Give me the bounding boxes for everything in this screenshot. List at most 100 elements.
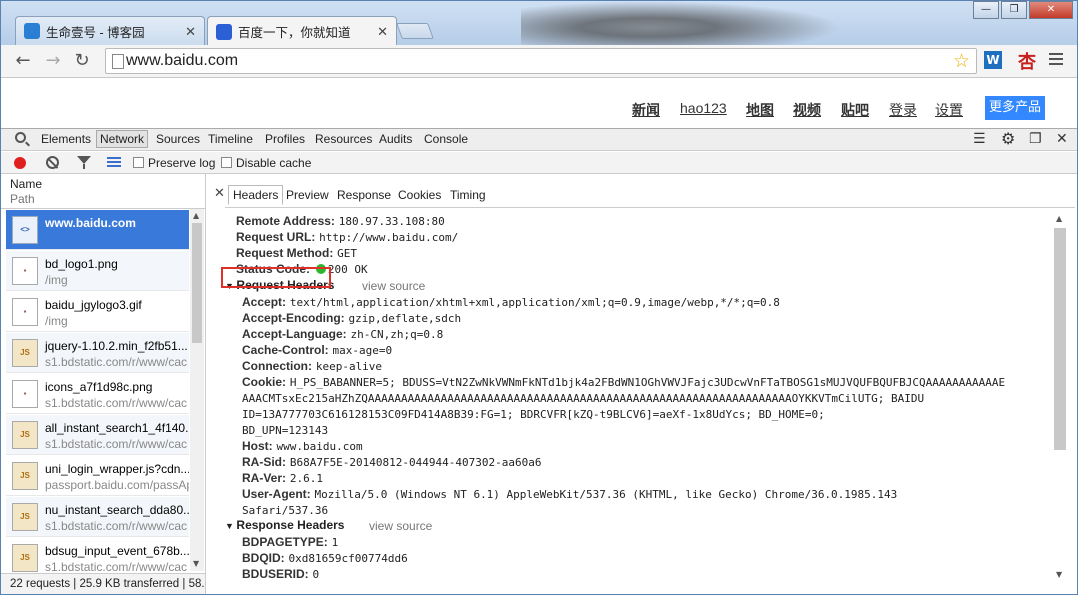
tab-sources[interactable]: Sources (156, 132, 200, 146)
header-value: Mozilla/5.0 (Windows NT 6.1) AppleWebKit… (314, 488, 898, 501)
close-tab-icon[interactable]: ✕ (185, 24, 196, 40)
forward-arrow-icon[interactable]: → (43, 51, 63, 71)
extension-icon[interactable]: 杏 (1018, 48, 1036, 74)
detail-tabbar: ✕ Headers Preview Response Cookies Timin… (207, 182, 1077, 207)
tab-resources[interactable]: Resources (315, 132, 372, 146)
network-filterbar: Preserve log Disable cache (1, 152, 1077, 174)
preserve-log-label: Preserve log (148, 156, 216, 170)
tab-elements[interactable]: Elements (41, 132, 91, 146)
nav-hao123[interactable]: hao123 (680, 100, 727, 116)
close-window-button[interactable]: ✕ (1029, 1, 1073, 19)
tab-preview[interactable]: Preview (286, 188, 329, 202)
header-key: BDPAGETYPE: (242, 535, 328, 549)
view-source-link[interactable]: view source (362, 279, 425, 293)
scroll-thumb[interactable] (1054, 228, 1066, 450)
header-key: Cache-Control: (242, 343, 329, 357)
preserve-log-checkbox[interactable] (133, 157, 144, 168)
request-row[interactable]: ▪ icons_a7f1d98c.png s1.bdstatic.com/r/www… (6, 374, 189, 414)
inspect-search-icon[interactable] (15, 132, 26, 143)
menu-icon[interactable] (1049, 53, 1063, 68)
header-value: 2.6.1 (289, 472, 323, 485)
header-line: Request Method: GET (236, 246, 357, 260)
tab-headers[interactable]: Headers (228, 185, 284, 205)
tab-network[interactable]: Network (96, 130, 149, 148)
address-bar[interactable]: www.baidu.com ☆ (105, 48, 977, 74)
back-arrow-icon[interactable]: ← (13, 51, 33, 71)
header-key: BDQID: (242, 551, 285, 565)
view-source-link[interactable]: view source (369, 519, 432, 533)
dock-icon[interactable]: ❐ (1029, 131, 1042, 147)
nav-map[interactable]: 地图 (746, 100, 774, 120)
nav-tieba[interactable]: 贴吧 (841, 100, 869, 120)
nav-news[interactable]: 新闻 (632, 100, 660, 120)
request-row[interactable]: JS all_instant_search1_4f140... s1.bdstati… (6, 415, 189, 455)
maximize-button[interactable]: ❐ (1001, 1, 1027, 19)
minimize-button[interactable]: — (973, 1, 999, 19)
header-value: keep-alive (315, 360, 383, 373)
clear-icon[interactable] (46, 156, 59, 169)
request-row[interactable]: JS uni_login_wrapper.js?cdn... passport.ba… (6, 456, 189, 496)
header-line: Cookie: H_PS_BABANNER=5; BDUSS=VtN2ZwNkV… (242, 375, 1005, 389)
image-icon: ▪ (12, 257, 38, 285)
request-row[interactable]: JS jquery-1.10.2.min_f2fb51... s1.bdstatic… (6, 333, 189, 373)
tab-response[interactable]: Response (337, 188, 391, 202)
header-key: Host: (242, 439, 273, 453)
more-products-button[interactable]: 更多产品 (985, 96, 1045, 120)
nav-settings[interactable]: 设置 (935, 100, 963, 120)
request-detail: ✕ Headers Preview Response Cookies Timin… (207, 174, 1077, 594)
disable-cache-checkbox[interactable] (221, 157, 232, 168)
tab-audits[interactable]: Audits (379, 132, 412, 146)
tab-timing[interactable]: Timing (450, 188, 486, 202)
nav-login[interactable]: 登录 (889, 100, 917, 120)
request-row[interactable]: ▪ baidu_jgylogo3.gif/img (6, 292, 189, 332)
request-path: /img (45, 314, 68, 328)
browser-tab-baidu[interactable]: 百度一下，你就知道 ✕ (207, 16, 397, 46)
header-value: 1 (331, 536, 339, 549)
toggle-drawer-icon[interactable]: ☰ (973, 131, 986, 147)
gear-icon[interactable]: ⚙ (1001, 129, 1015, 148)
highlight-box (221, 267, 331, 288)
close-tab-icon[interactable]: ✕ (377, 24, 388, 40)
response-headers-section[interactable]: ▼ Response Headers (225, 518, 344, 532)
tab-console[interactable]: Console (424, 132, 468, 146)
image-icon: ▪ (12, 298, 38, 326)
word-extension-icon[interactable]: W (984, 51, 1002, 69)
reload-icon[interactable]: ↻ (72, 51, 92, 71)
header-key: Accept-Encoding: (242, 311, 345, 325)
url-text[interactable]: www.baidu.com (126, 52, 238, 70)
window-controls: — ❐ ✕ (971, 1, 1073, 19)
tab-profiles[interactable]: Profiles (265, 132, 305, 146)
request-row[interactable]: ▪ bd_logo1.png/img (6, 251, 189, 291)
request-row[interactable]: JS bdsug_input_event_678b... s1.bdstatic.c… (6, 538, 189, 578)
tab-timeline[interactable]: Timeline (208, 132, 253, 146)
baidu-favicon-icon (216, 23, 232, 40)
nav-video[interactable]: 视频 (793, 100, 821, 120)
page-icon (112, 54, 124, 69)
scroll-thumb[interactable] (192, 223, 202, 343)
detail-scrollbar[interactable]: ▲ ▼ (1053, 212, 1067, 582)
collapse-triangle-icon[interactable]: ▼ (225, 521, 236, 531)
header-line: BDUSERID: 0 (242, 567, 319, 581)
scroll-up-arrow-icon: ▲ (193, 211, 200, 220)
request-list-scrollbar[interactable]: ▲ ▼ (190, 209, 204, 571)
record-icon[interactable] (14, 157, 26, 169)
request-name: www.baidu.com (45, 216, 136, 230)
tab-cookies[interactable]: Cookies (398, 188, 441, 202)
header-line: Cache-Control: max-age=0 (242, 343, 392, 357)
new-tab-button[interactable] (396, 23, 434, 39)
request-list-header[interactable]: Name Path (1, 174, 205, 209)
header-key: RA-Sid: (242, 455, 286, 469)
browser-tab-cnblogs[interactable]: 生命壹号 - 博客园 ✕ (15, 16, 205, 45)
large-rows-icon[interactable] (107, 157, 121, 169)
bookmark-star-icon[interactable]: ☆ (953, 50, 970, 72)
header-line: Host: www.baidu.com (242, 439, 363, 453)
filter-icon[interactable] (77, 156, 91, 169)
header-value: max-age=0 (332, 344, 393, 357)
request-row[interactable]: JS nu_instant_search_dda80... s1.bdstatic.… (6, 497, 189, 537)
close-detail-icon[interactable]: ✕ (214, 185, 225, 201)
request-name: baidu_jgylogo3.gif (45, 298, 142, 312)
header-line: User-Agent: Mozilla/5.0 (Windows NT 6.1)… (242, 487, 897, 501)
request-row[interactable]: <> www.baidu.com (6, 210, 189, 250)
network-summary: 22 requests | 25.9 KB transferred | 58..… (1, 573, 205, 594)
close-devtools-icon[interactable]: ✕ (1056, 131, 1068, 147)
